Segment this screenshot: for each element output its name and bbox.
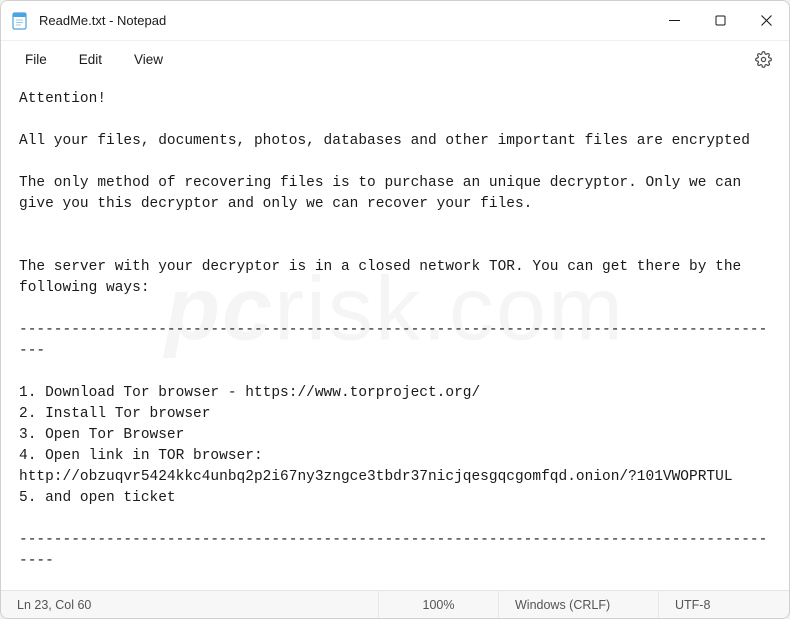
notepad-icon: [11, 12, 29, 30]
notepad-window: ReadMe.txt - Notepad File Edit View Atte…: [0, 0, 790, 619]
minimize-button[interactable]: [651, 1, 697, 40]
titlebar: ReadMe.txt - Notepad: [1, 1, 789, 41]
menu-file[interactable]: File: [11, 46, 61, 73]
status-line-ending: Windows (CRLF): [499, 591, 659, 618]
status-zoom[interactable]: 100%: [379, 591, 499, 618]
statusbar: Ln 23, Col 60 100% Windows (CRLF) UTF-8: [1, 590, 789, 618]
status-encoding: UTF-8: [659, 591, 789, 618]
window-title: ReadMe.txt - Notepad: [39, 13, 166, 28]
settings-button[interactable]: [747, 43, 779, 75]
document-text: Attention! All your files, documents, ph…: [19, 91, 767, 590]
status-position: Ln 23, Col 60: [1, 591, 379, 618]
close-button[interactable]: [743, 1, 789, 40]
maximize-button[interactable]: [697, 1, 743, 40]
text-area[interactable]: Attention! All your files, documents, ph…: [1, 77, 789, 590]
menu-view[interactable]: View: [120, 46, 177, 73]
menu-edit[interactable]: Edit: [65, 46, 116, 73]
menubar: File Edit View: [1, 41, 789, 77]
window-controls: [651, 1, 789, 40]
